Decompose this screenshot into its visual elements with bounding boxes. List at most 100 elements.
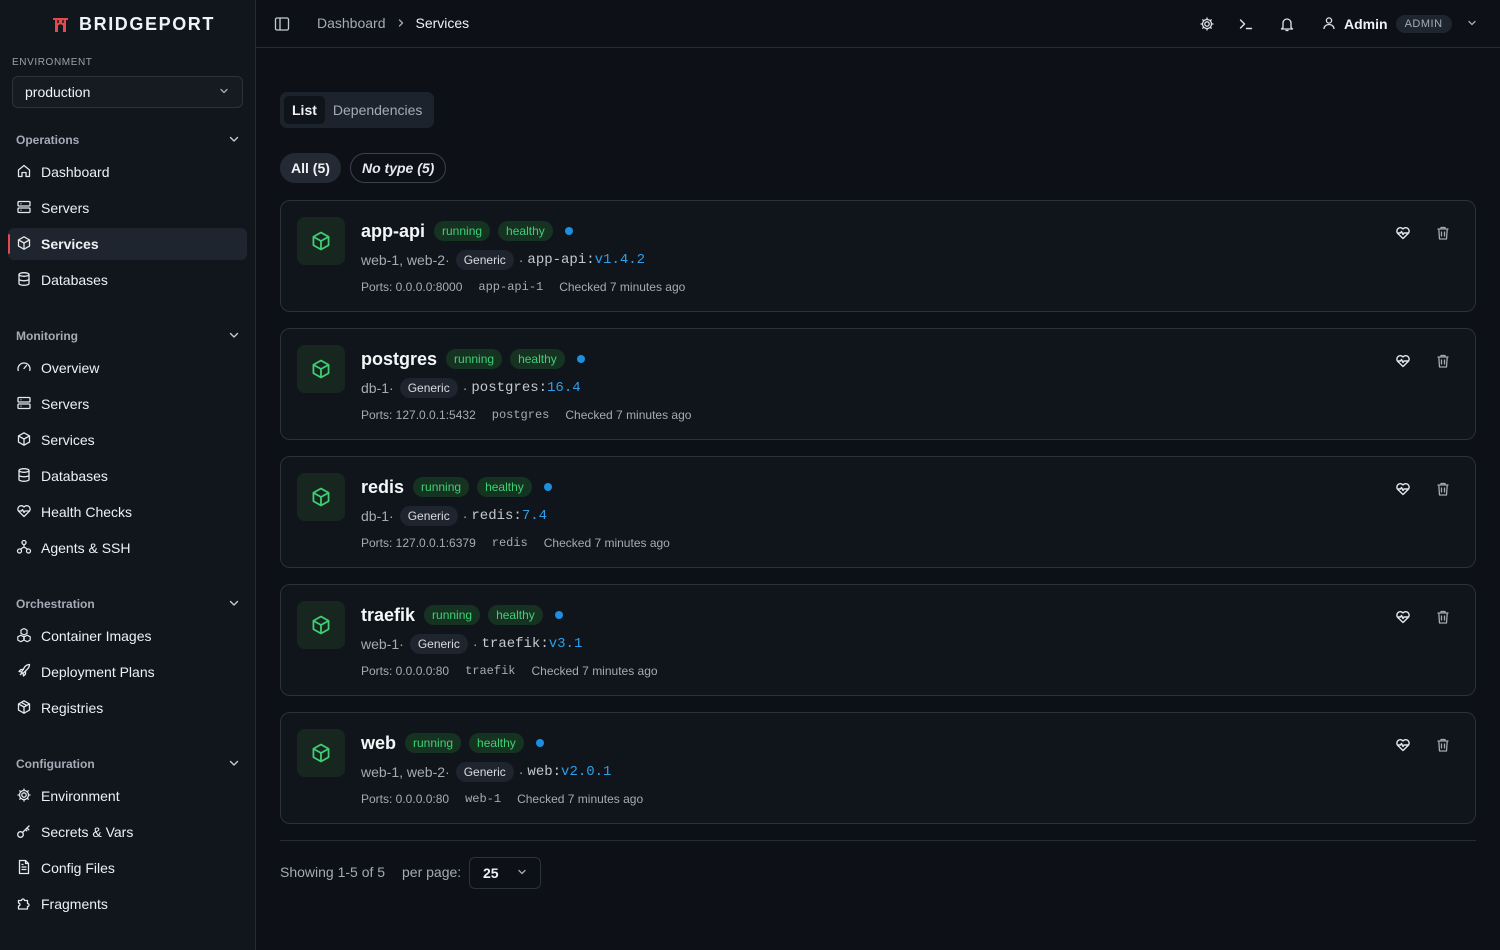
service-image: postgres:16.4 [471, 380, 581, 396]
service-name[interactable]: web [361, 733, 396, 754]
filter-all[interactable]: All (5) [280, 153, 341, 183]
image-tag: v2.0.1 [561, 764, 612, 780]
breadcrumb-current: Services [415, 15, 470, 31]
environment-select[interactable]: production [12, 76, 243, 108]
breadcrumb-dashboard[interactable]: Dashboard [317, 15, 386, 31]
bell-icon[interactable] [1278, 15, 1296, 33]
container-name: app-api-1 [478, 280, 544, 294]
box-icon [297, 217, 345, 265]
status-dot [564, 227, 573, 235]
sidebar-item-label: Agents & SSH [41, 540, 131, 556]
bridge-logo-icon [52, 16, 69, 33]
brand[interactable]: BRIDGEPORT [52, 14, 215, 34]
sidebar-item-monitoring-databases[interactable]: Databases [8, 460, 247, 492]
sidebar-toggle-icon[interactable] [274, 16, 290, 32]
sidebar-item-deployment-plans[interactable]: Deployment Plans [8, 656, 247, 688]
sidebar-item-databases[interactable]: Databases [8, 264, 247, 296]
sidebar-item-container-images[interactable]: Container Images [8, 620, 247, 652]
sidebar-item-monitoring-servers[interactable]: Servers [8, 388, 247, 420]
health-check-button[interactable] [1395, 225, 1411, 241]
type-badge: Generic [409, 634, 468, 654]
service-card[interactable]: web running healthy web-1, web-2 · Gener… [280, 712, 1476, 824]
sidebar-item-registries[interactable]: Registries [8, 692, 247, 724]
image-name: app-api [527, 252, 587, 268]
status-dot [535, 739, 544, 747]
health-check-button[interactable] [1395, 353, 1411, 369]
last-checked: Checked 7 minutes ago [517, 792, 644, 806]
sidebar-item-label: Dashboard [41, 164, 110, 180]
delete-button[interactable] [1435, 609, 1451, 625]
per-page-select[interactable]: 25 [469, 857, 541, 889]
delete-button[interactable] [1435, 481, 1451, 497]
service-card[interactable]: traefik running healthy web-1 · Generic ·… [280, 584, 1476, 696]
tab-list[interactable]: List [284, 96, 325, 124]
health-check-button[interactable] [1395, 609, 1411, 625]
sidebar-item-monitoring-services[interactable]: Services [8, 424, 247, 456]
chevron-down-icon [218, 84, 230, 100]
health-check-button[interactable] [1395, 481, 1411, 497]
service-card[interactable]: redis running healthy db-1 · Generic · re… [280, 456, 1476, 568]
image-tag: v1.4.2 [594, 252, 646, 268]
tab-dependencies[interactable]: Dependencies [325, 96, 431, 124]
service-servers: db-1 [361, 380, 390, 396]
role-badge: ADMIN [1395, 15, 1452, 33]
image-name: redis [471, 508, 514, 524]
user-name: Admin [1344, 16, 1388, 32]
nav-group-configuration[interactable]: Configuration [16, 754, 240, 774]
status-dot [576, 355, 585, 363]
health-check-button[interactable] [1395, 737, 1411, 753]
settings-icon[interactable] [1198, 15, 1216, 33]
sidebar-item-agents-ssh[interactable]: Agents & SSH [8, 532, 247, 564]
chevron-down-icon [516, 865, 528, 881]
sidebar-item-fragments[interactable]: Fragments [8, 888, 247, 920]
status-badge: running [446, 349, 503, 369]
nav-group-monitoring[interactable]: Monitoring [16, 326, 240, 346]
service-image: app-api:v1.4.2 [527, 252, 646, 268]
separator: · [462, 508, 468, 524]
database-icon [16, 467, 32, 486]
delete-button[interactable] [1435, 225, 1451, 241]
sidebar-item-config-files[interactable]: Config Files [8, 852, 247, 884]
sidebar-item-dashboard[interactable]: Dashboard [8, 156, 247, 188]
package-icon [16, 699, 32, 718]
service-name[interactable]: redis [361, 477, 404, 498]
sidebar-item-secrets-vars[interactable]: Secrets & Vars [8, 816, 247, 848]
box-icon [297, 601, 345, 649]
user-menu[interactable]: Admin ADMIN [1322, 13, 1478, 35]
service-name[interactable]: traefik [361, 605, 415, 626]
service-card[interactable]: app-api running healthy web-1, web-2 · G… [280, 200, 1476, 312]
nav-group-title: Configuration [16, 757, 95, 771]
service-card[interactable]: postgres running healthy db-1 · Generic ·… [280, 328, 1476, 440]
chevron-down-icon [228, 329, 240, 344]
image-tag: 7.4 [521, 508, 548, 524]
service-name[interactable]: app-api [361, 221, 425, 242]
service-servers: web-1, web-2 [361, 764, 446, 780]
delete-button[interactable] [1435, 737, 1451, 753]
chevron-right-icon [396, 15, 406, 31]
service-servers: web-1, web-2 [361, 252, 446, 268]
chevron-down-icon [228, 133, 240, 148]
health-badge: healthy [498, 221, 553, 241]
delete-button[interactable] [1435, 353, 1451, 369]
separator: · [518, 764, 524, 780]
service-image: redis:7.4 [471, 508, 548, 524]
sidebar-item-label: Databases [41, 468, 108, 484]
last-checked: Checked 7 minutes ago [543, 536, 670, 550]
service-name[interactable]: postgres [361, 349, 437, 370]
puzzle-icon [16, 895, 32, 914]
sidebar-item-label: Container Images [41, 628, 152, 644]
sidebar-item-servers[interactable]: Servers [8, 192, 247, 224]
sidebar-item-overview[interactable]: Overview [8, 352, 247, 384]
health-badge: healthy [488, 605, 543, 625]
filter-no-type[interactable]: No type (5) [350, 153, 447, 183]
terminal-icon[interactable] [1237, 15, 1255, 33]
nav-group-operations[interactable]: Operations [16, 130, 240, 150]
sidebar-item-services[interactable]: Services [8, 228, 247, 260]
sidebar-item-health-checks[interactable]: Health Checks [8, 496, 247, 528]
service-servers: db-1 [361, 508, 390, 524]
sidebar-item-label: Deployment Plans [41, 664, 155, 680]
nav-group-orchestration[interactable]: Orchestration [16, 594, 240, 614]
sidebar-item-environment[interactable]: Environment [8, 780, 247, 812]
service-ports: Ports: 127.0.0.1:6379 [361, 536, 476, 550]
image-name: traefik [481, 636, 541, 652]
